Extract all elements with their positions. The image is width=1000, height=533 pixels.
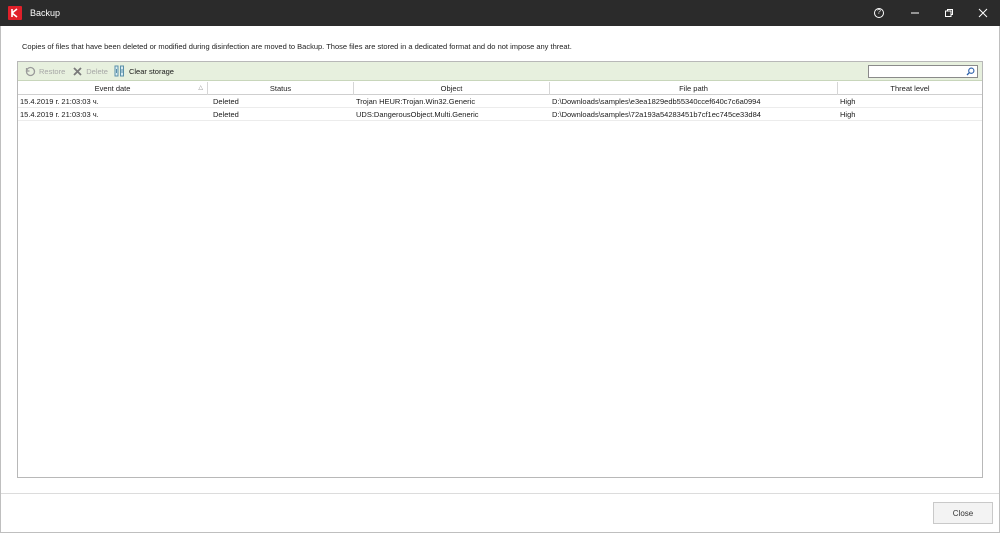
minimize-button[interactable] — [898, 0, 932, 26]
restore-icon — [24, 65, 36, 77]
help-button[interactable]: ? — [862, 0, 896, 26]
clear-storage-button[interactable]: Clear storage — [114, 62, 174, 81]
table-row[interactable]: 15.4.2019 г. 21:03:03 ч. Deleted Trojan … — [18, 95, 982, 108]
help-icon: ? — [874, 8, 884, 18]
column-header-status[interactable]: Status — [208, 82, 354, 95]
toolbar: Restore Delete Clear storage — [18, 62, 982, 81]
close-icon — [978, 8, 988, 18]
search-icon[interactable] — [965, 66, 976, 77]
kaspersky-logo-icon — [8, 6, 22, 20]
clear-storage-icon — [114, 65, 126, 77]
cell-event-date: 15.4.2019 г. 21:03:03 ч. — [20, 110, 99, 119]
close-button[interactable]: Close — [933, 502, 993, 524]
restore-button[interactable]: Restore — [24, 62, 65, 81]
minimize-icon — [911, 12, 919, 14]
clear-storage-label: Clear storage — [128, 66, 174, 76]
sort-ascending-icon: △ — [198, 85, 203, 91]
cell-status: Deleted — [213, 110, 239, 119]
backup-table: Event date △ Status Object File path Thr… — [18, 82, 982, 121]
delete-button[interactable]: Delete — [71, 62, 108, 81]
cell-event-date: 15.4.2019 г. 21:03:03 ч. — [20, 97, 99, 106]
title-bar: Backup ? — [0, 0, 1000, 26]
close-window-button[interactable] — [966, 0, 1000, 26]
restore-label: Restore — [39, 66, 66, 76]
window-controls: ? — [862, 0, 1000, 26]
column-header-file-path[interactable]: File path — [550, 82, 838, 95]
cell-object: Trojan HEUR:Trojan.Win32.Generic — [356, 97, 476, 106]
cell-status: Deleted — [213, 97, 239, 106]
info-description: Copies of files that have been deleted o… — [22, 42, 572, 51]
window-title: Backup — [30, 8, 61, 18]
column-header-event-date[interactable]: Event date △ — [18, 82, 208, 95]
backup-panel: Restore Delete Clear storage Event date … — [17, 61, 983, 478]
footer-divider — [1, 493, 999, 494]
column-header-object[interactable]: Object — [354, 82, 550, 95]
cell-threat-level: High — [840, 110, 856, 119]
column-header-threat-level[interactable]: Threat level — [838, 82, 982, 95]
restore-window-button[interactable] — [932, 0, 966, 26]
search-input[interactable] — [868, 65, 978, 78]
table-header: Event date △ Status Object File path Thr… — [18, 82, 982, 95]
cell-threat-level: High — [840, 97, 856, 106]
cell-file-path: D:\Downloads\samples\72a193a54283451b7cf… — [552, 110, 761, 119]
table-row[interactable]: 15.4.2019 г. 21:03:03 ч. Deleted UDS:Dan… — [18, 108, 982, 121]
cell-file-path: D:\Downloads\samples\e3ea1829edb55340cce… — [552, 97, 761, 106]
delete-label: Delete — [86, 66, 108, 76]
delete-icon — [71, 65, 83, 77]
restore-window-icon — [945, 9, 953, 17]
cell-object: UDS:DangerousObject.Multi.Generic — [356, 110, 479, 119]
